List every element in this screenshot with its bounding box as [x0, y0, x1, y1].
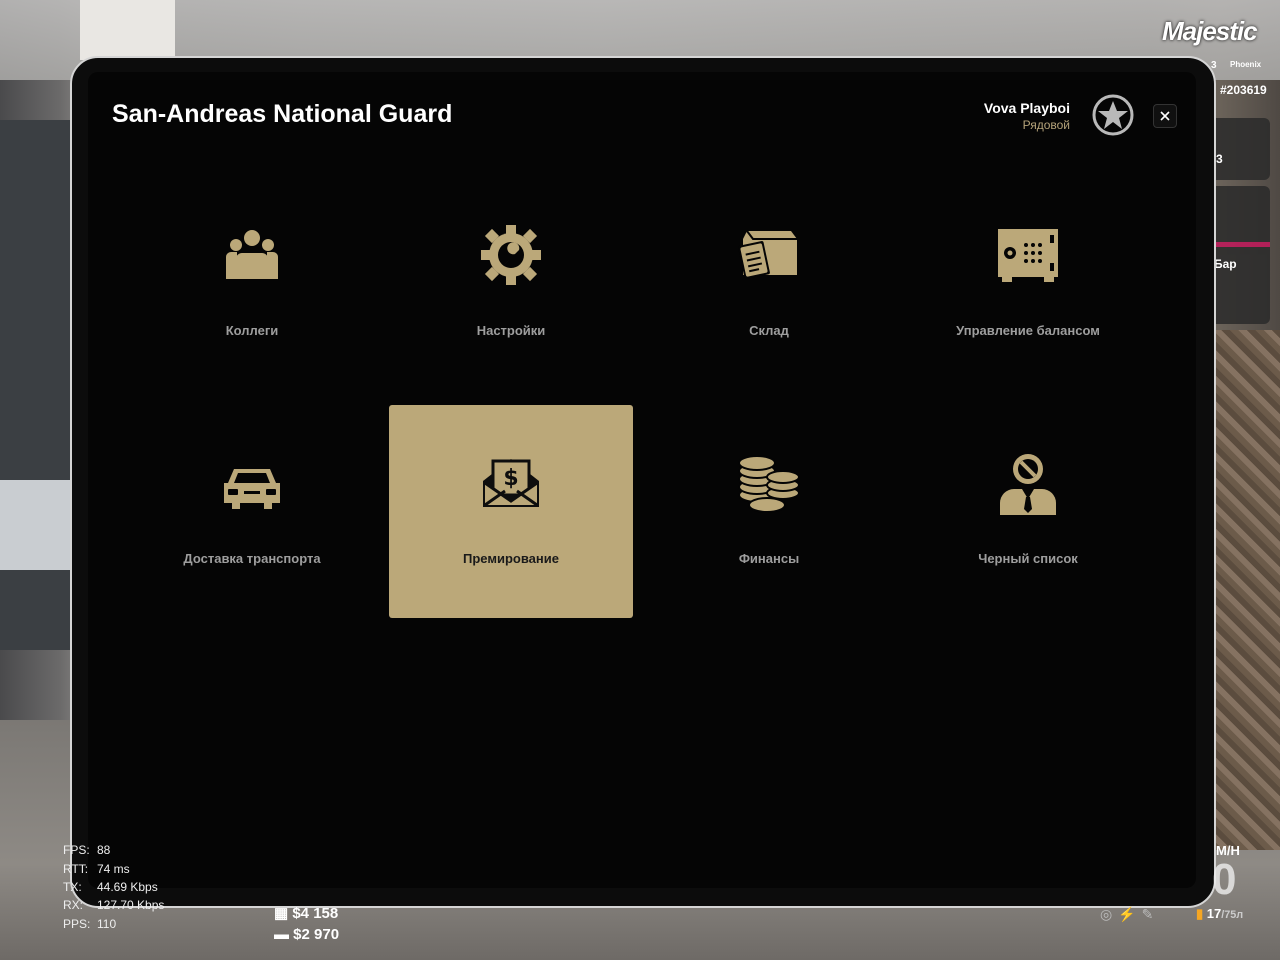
stat-key: PPS:	[63, 917, 91, 931]
fuel-max: /75л	[1221, 909, 1244, 921]
menu-item-label: Коллеги	[225, 323, 279, 338]
card-icon: ▬	[274, 926, 294, 943]
menu-item-label: Финансы	[738, 551, 800, 566]
stat-key: TX:	[63, 880, 82, 894]
wrench-icon: ✎	[1141, 906, 1160, 922]
menu-item-warehouse[interactable]: Склад	[647, 177, 891, 390]
menu-item-label: Склад	[749, 323, 789, 338]
menu-item-label: Управление балансом	[956, 323, 1100, 338]
side-panel-b-accent	[1214, 242, 1270, 247]
close-icon	[1160, 111, 1170, 121]
background-rock-wall	[1215, 330, 1280, 850]
user-name: Vova Playboi	[983, 100, 1070, 116]
background-shop-window	[0, 120, 70, 650]
side-panel-a-text: 3	[1216, 152, 1223, 166]
stat-value: 74 ms	[97, 862, 130, 876]
stat-fps: FPS: 88	[63, 843, 110, 857]
side-panel-b-text: Бар	[1214, 257, 1237, 271]
server-name: Phoenix	[1230, 60, 1262, 69]
speed-value: 0	[1212, 855, 1237, 904]
menu-item-bonus[interactable]: $ Премирование	[389, 405, 633, 618]
money-cash-value: $4 158	[292, 905, 339, 922]
menu-item-label: Настройки	[476, 323, 546, 338]
majestic-logo: Majestic	[1162, 16, 1258, 46]
menu-item-label: Доставка транспорта	[183, 551, 321, 566]
menu-item-vehicle-delivery[interactable]: Доставка транспорта	[130, 405, 374, 618]
seatbelt-icon: ◎	[1100, 906, 1119, 922]
stat-key: FPS:	[63, 843, 90, 857]
cash-icon: ▦	[274, 905, 293, 922]
stat-rx: RX: 127.70 Kbps	[63, 898, 164, 912]
menu-item-finance[interactable]: Финансы	[647, 405, 891, 618]
users-group-icon	[226, 230, 278, 279]
vehicle-status-icons: ◎⚡✎	[1100, 906, 1159, 923]
gear-wrench-icon	[481, 225, 541, 285]
money-cash: ▦ $4 158	[274, 904, 338, 922]
stat-pps: PPS: 110	[63, 917, 116, 931]
fuel-icon: ▮	[1196, 906, 1207, 921]
menu-item-settings[interactable]: Настройки	[389, 177, 633, 390]
fuel-value: 17	[1206, 906, 1222, 921]
stat-key: RX:	[63, 898, 84, 912]
money-envelope-icon: $	[483, 459, 539, 507]
page-title: San-Andreas National Guard	[112, 100, 453, 128]
stat-key: RTT:	[63, 862, 89, 876]
side-panel-b	[1214, 186, 1270, 324]
side-panel-a	[1214, 118, 1270, 180]
menu-item-blacklist[interactable]: Черный список	[906, 405, 1150, 618]
coins-stack-icon	[738, 455, 800, 513]
menu-item-balance[interactable]: Управление балансом	[906, 177, 1150, 390]
background-window-light	[0, 480, 70, 570]
player-id: #203619	[1220, 83, 1267, 97]
stat-rtt: RTT: 74 ms	[63, 862, 130, 876]
svg-text:$: $	[503, 466, 518, 491]
money-bank-value: $2 970	[293, 926, 340, 943]
menu-item-label: Черный список	[978, 551, 1078, 566]
menu-item-label: Премирование	[463, 551, 559, 566]
close-button[interactable]	[1153, 104, 1177, 128]
blacklist-person-icon	[1000, 454, 1056, 515]
stat-value: 44.69 Kbps	[97, 880, 158, 894]
stat-value: 88	[97, 843, 111, 857]
menu-item-colleagues[interactable]: Коллеги	[130, 177, 374, 390]
safe-icon	[998, 229, 1058, 282]
stat-value: 110	[97, 917, 117, 931]
car-icon	[224, 469, 280, 509]
army-star-icon	[1092, 94, 1134, 136]
warehouse-box-icon	[738, 230, 797, 279]
user-rank: Рядовой	[1022, 118, 1070, 132]
stat-value: 127.70 Kbps	[97, 898, 165, 912]
stat-tx: TX: 44.69 Kbps	[63, 880, 158, 894]
engine-icon: ⚡	[1118, 906, 1142, 922]
money-bank: ▬ $2 970	[274, 926, 339, 943]
fuel-level: ▮ 17/75л	[1196, 906, 1243, 922]
background-pillar	[80, 0, 175, 60]
